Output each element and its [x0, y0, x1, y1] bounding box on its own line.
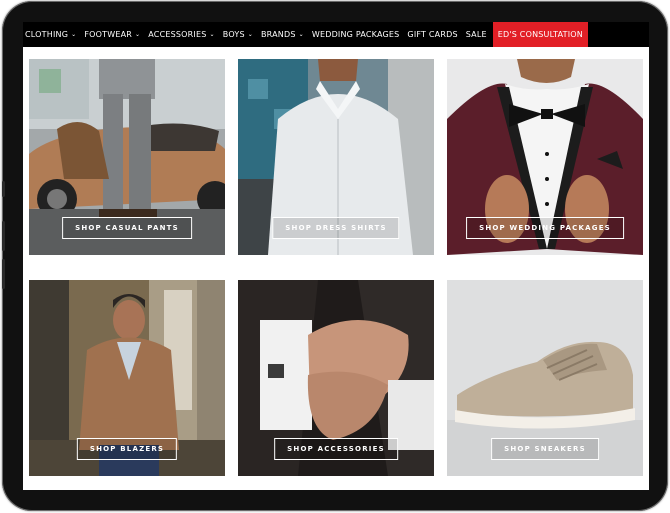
- chevron-down-icon: ⌄: [298, 31, 304, 38]
- side-button: [2, 221, 5, 251]
- shop-accessories-button[interactable]: SHOP ACCESSORIES: [274, 438, 398, 460]
- nav-brands[interactable]: BRANDS ⌄: [261, 30, 304, 39]
- shop-blazers-button[interactable]: SHOP BLAZERS: [76, 438, 178, 460]
- nav-label: SALE: [465, 30, 487, 39]
- shop-casual-pants-button[interactable]: SHOP CASUAL PANTS: [62, 217, 192, 239]
- nav-footwear[interactable]: FOOTWEAR ⌄: [84, 30, 140, 39]
- screen: CLOTHING ⌄ FOOTWEAR ⌄ ACCESSORIES ⌄ BOYS…: [23, 22, 649, 490]
- shop-dress-shirts-button[interactable]: SHOP DRESS SHIRTS: [272, 217, 400, 239]
- nav-label: BOYS: [222, 30, 245, 39]
- consultation-label: ED'S CONSULTATION: [497, 30, 583, 39]
- nav-label: BRANDS: [260, 30, 296, 39]
- nav-gift-cards[interactable]: GIFT CARDS: [407, 30, 457, 39]
- shop-sneakers-button[interactable]: SHOP SNEAKERS: [491, 438, 599, 460]
- nav-clothing[interactable]: CLOTHING ⌄: [25, 30, 76, 39]
- nav-label: GIFT CARDS: [407, 30, 458, 39]
- nav-label: CLOTHING: [25, 30, 69, 39]
- volume-button: [2, 181, 5, 197]
- chevron-down-icon: ⌄: [71, 31, 77, 38]
- chevron-down-icon: ⌄: [135, 31, 141, 38]
- chevron-down-icon: ⌄: [247, 31, 253, 38]
- nav-accessories[interactable]: ACCESSORIES ⌄: [148, 30, 215, 39]
- tile-casual-pants[interactable]: SHOP CASUAL PANTS: [29, 59, 225, 255]
- tile-dress-shirts[interactable]: SHOP DRESS SHIRTS: [238, 59, 434, 255]
- nav-label: ACCESSORIES: [148, 30, 207, 39]
- nav-label: FOOTWEAR: [84, 30, 133, 39]
- tile-sneakers[interactable]: SHOP SNEAKERS: [447, 280, 643, 476]
- nav-label: WEDDING PACKAGES: [311, 30, 400, 39]
- nav-sale[interactable]: SALE: [466, 30, 487, 39]
- nav-boys[interactable]: BOYS ⌄: [223, 30, 253, 39]
- main-nav: CLOTHING ⌄ FOOTWEAR ⌄ ACCESSORIES ⌄ BOYS…: [23, 22, 649, 47]
- consultation-button[interactable]: ED'S CONSULTATION: [492, 22, 588, 47]
- chevron-down-icon: ⌄: [209, 31, 215, 38]
- tile-accessories[interactable]: SHOP ACCESSORIES: [238, 280, 434, 476]
- tile-wedding-packages[interactable]: SHOP WEDDING PACKAGES: [447, 59, 643, 255]
- shop-wedding-packages-button[interactable]: SHOP WEDDING PACKAGES: [466, 217, 624, 239]
- tile-blazers[interactable]: SHOP BLAZERS: [29, 280, 225, 476]
- nav-wedding-packages[interactable]: WEDDING PACKAGES: [312, 30, 400, 39]
- side-button-2: [2, 259, 5, 289]
